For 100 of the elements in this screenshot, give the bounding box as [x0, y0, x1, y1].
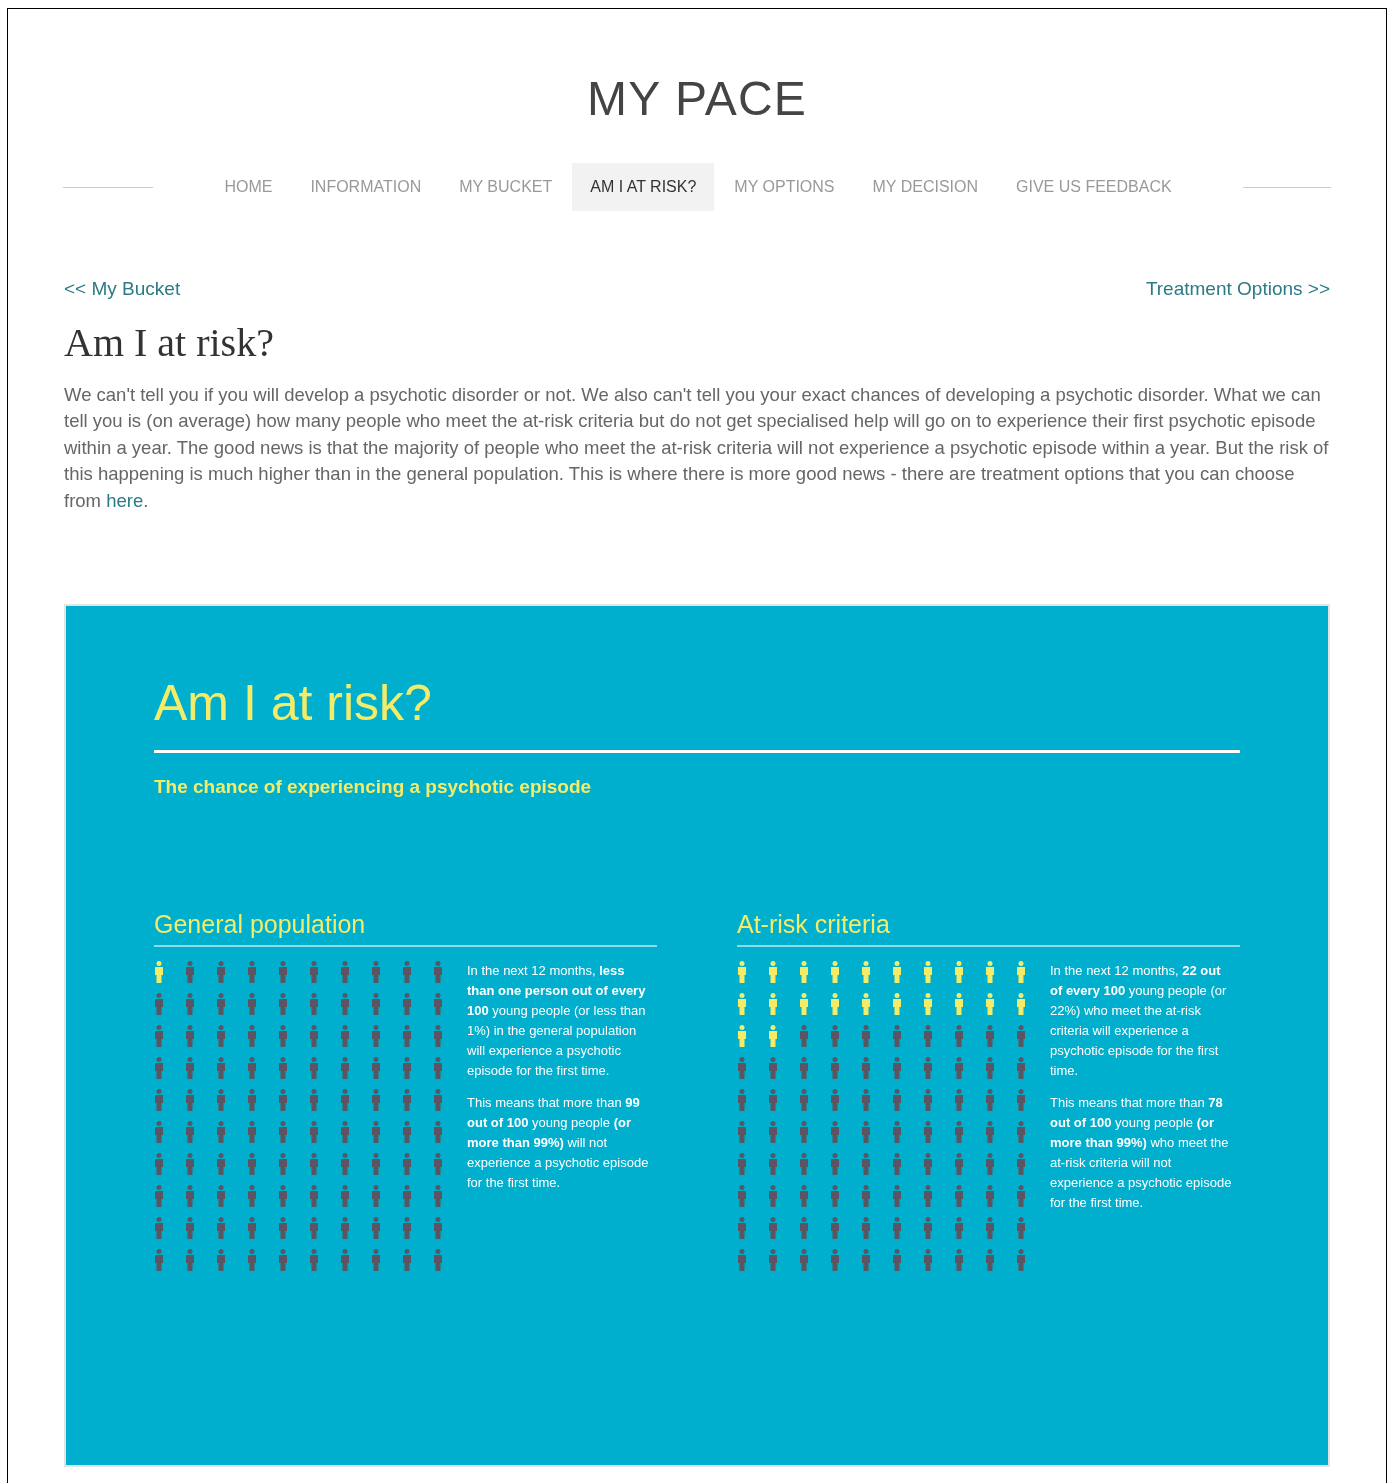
person-icon [768, 1056, 778, 1079]
person-icon [923, 960, 933, 983]
person-icon [954, 1120, 964, 1143]
person-icon [985, 960, 995, 983]
person-icon [216, 960, 226, 983]
person-icon [433, 992, 443, 1015]
person-icon [954, 1216, 964, 1239]
person-icon [985, 1152, 995, 1175]
person-icon [402, 1056, 412, 1079]
person-icon [278, 1184, 288, 1207]
person-icon [861, 992, 871, 1015]
person-icon [340, 1152, 350, 1175]
person-icon [278, 1056, 288, 1079]
person-icon [371, 1152, 381, 1175]
person-icon [247, 1024, 257, 1047]
person-icon [371, 992, 381, 1015]
person-icon [737, 1088, 747, 1111]
person-icon [768, 1248, 778, 1271]
person-icon [154, 960, 164, 983]
person-icon [985, 1248, 995, 1271]
person-icon [830, 1184, 840, 1207]
person-icon [185, 1024, 195, 1047]
person-icon [247, 1120, 257, 1143]
person-icon [737, 1216, 747, 1239]
person-icon [799, 1248, 809, 1271]
person-icon [402, 1216, 412, 1239]
person-icon [737, 992, 747, 1015]
person-icon [247, 1216, 257, 1239]
person-icon [278, 1088, 288, 1111]
person-icon [216, 1184, 226, 1207]
person-icon [861, 1088, 871, 1111]
person-icon [247, 1088, 257, 1111]
person-icon [433, 960, 443, 983]
nav-tab[interactable]: GIVE US FEEDBACK [998, 163, 1190, 211]
person-icon [830, 1216, 840, 1239]
person-icon [309, 1152, 319, 1175]
person-icon [830, 1056, 840, 1079]
person-icon [799, 1184, 809, 1207]
person-icon [830, 1120, 840, 1143]
person-icon [433, 1088, 443, 1111]
person-icon [309, 960, 319, 983]
person-icon [371, 1056, 381, 1079]
person-icon [309, 992, 319, 1015]
person-icon [216, 1088, 226, 1111]
person-icon [954, 992, 964, 1015]
person-icon [1016, 992, 1026, 1015]
person-icon [768, 1120, 778, 1143]
person-icon [154, 1248, 164, 1271]
person-icon [247, 1056, 257, 1079]
person-icon [154, 1088, 164, 1111]
nav-tab[interactable]: AM I AT RISK? [572, 163, 715, 211]
person-icon [309, 1120, 319, 1143]
person-icon [309, 1216, 319, 1239]
person-icon [278, 992, 288, 1015]
person-icon [340, 960, 350, 983]
person-icon [433, 1152, 443, 1175]
person-icon [402, 960, 412, 983]
person-icon [154, 1120, 164, 1143]
person-icon [402, 1152, 412, 1175]
person-icon [278, 1152, 288, 1175]
person-icon [923, 992, 933, 1015]
person-icon [768, 1184, 778, 1207]
person-icon [154, 1024, 164, 1047]
person-icon [954, 1088, 964, 1111]
person-icon [309, 1248, 319, 1271]
previous-page-link[interactable]: << My Bucket [64, 275, 181, 304]
person-icon [154, 1152, 164, 1175]
person-icon [954, 960, 964, 983]
person-icon [1016, 960, 1026, 983]
person-icon [799, 1152, 809, 1175]
person-icon [185, 1152, 195, 1175]
person-icon [830, 992, 840, 1015]
person-icon [247, 1184, 257, 1207]
person-icon [799, 1024, 809, 1047]
person-icon [278, 1024, 288, 1047]
person-icon [309, 1056, 319, 1079]
person-icon [185, 1120, 195, 1143]
person-icon [861, 1184, 871, 1207]
person-icon [402, 1184, 412, 1207]
person-icon [309, 1088, 319, 1111]
person-icon [1016, 1024, 1026, 1047]
person-icon [768, 960, 778, 983]
nav-tab[interactable]: MY OPTIONS [716, 163, 853, 211]
next-page-link[interactable]: Treatment Options >> [1145, 275, 1330, 304]
person-icon [737, 1056, 747, 1079]
person-icon [371, 1184, 381, 1207]
person-icon [892, 1248, 902, 1271]
person-icon [768, 992, 778, 1015]
here-link[interactable]: here. [106, 489, 149, 511]
person-icon [371, 1248, 381, 1271]
person-icon [923, 1120, 933, 1143]
person-icon [737, 1120, 747, 1143]
person-icon [402, 1088, 412, 1111]
person-icon [799, 1056, 809, 1079]
person-icon [1016, 1152, 1026, 1175]
person-icon [371, 1088, 381, 1111]
nav-tab[interactable]: MY DECISION [854, 163, 997, 211]
nav-tab[interactable]: INFORMATION [292, 163, 440, 211]
nav-tab[interactable]: MY BUCKET [441, 163, 571, 211]
nav-tab[interactable]: HOME [206, 163, 291, 211]
